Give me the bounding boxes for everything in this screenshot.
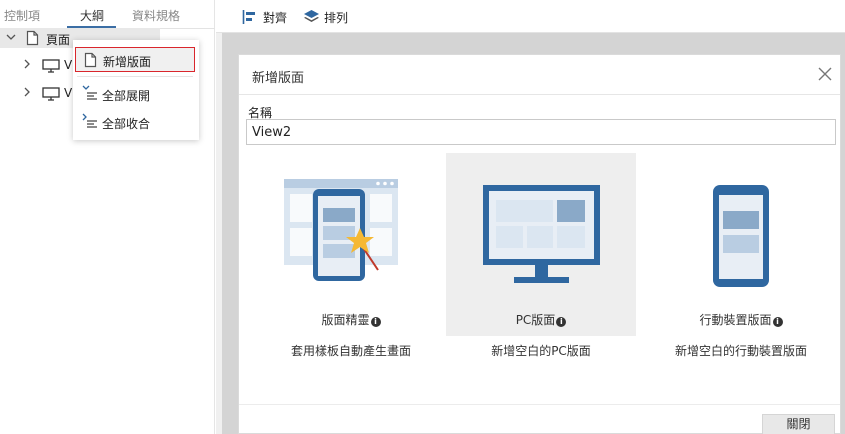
menu-item-label: 新增版面 bbox=[103, 55, 152, 69]
option-title: 版面精靈 i bbox=[256, 311, 446, 328]
tree-item-label: V bbox=[64, 86, 73, 100]
option-layout-wizard[interactable]: 版面精靈 i 套用樣板自動產生畫面 bbox=[256, 153, 446, 358]
menu-item-collapse-all[interactable]: 全部收合 bbox=[75, 110, 195, 135]
menu-divider bbox=[77, 76, 193, 77]
chevron-right-icon[interactable] bbox=[21, 58, 33, 70]
chevron-right-icon[interactable] bbox=[21, 86, 33, 98]
expand-all-icon bbox=[82, 85, 97, 100]
tree-item-label: V bbox=[64, 58, 73, 72]
add-layout-dialog: 新增版面 名稱 版面精靈i 套用樣板自動產生畫面 bbox=[238, 54, 841, 434]
layout-wizard-icon bbox=[284, 179, 398, 281]
monitor-icon bbox=[483, 185, 600, 283]
close-button[interactable]: 關閉 bbox=[762, 414, 835, 434]
arrange-label: 排列 bbox=[324, 11, 349, 25]
layers-icon bbox=[304, 10, 319, 22]
align-left-icon bbox=[242, 10, 255, 24]
option-title-text: 版面精靈 bbox=[321, 313, 370, 327]
option-pc-layout[interactable]: PC版面 i 新增空白的PC版面 bbox=[446, 153, 636, 358]
monitor-icon bbox=[42, 87, 60, 101]
dialog-header-divider bbox=[239, 94, 840, 95]
tab-data-spec[interactable]: 資料規格 bbox=[132, 7, 180, 24]
align-button[interactable]: 對齊 bbox=[242, 8, 292, 26]
tab-outline[interactable]: 大綱 bbox=[80, 7, 104, 24]
option-title: PC版面 i bbox=[446, 311, 636, 328]
arrange-button[interactable]: 排列 bbox=[303, 8, 355, 26]
option-mobile-layout[interactable]: 行動裝置版面 i 新增空白的行動裝置版面 bbox=[646, 153, 836, 358]
page-icon bbox=[84, 52, 97, 68]
option-description: 新增空白的PC版面 bbox=[491, 344, 591, 358]
align-label: 對齊 bbox=[263, 11, 288, 25]
monitor-icon bbox=[42, 59, 60, 73]
option-title-text: PC版面 bbox=[515, 313, 556, 327]
mobile-phone-icon bbox=[713, 185, 769, 287]
menu-item-add-layout[interactable]: 新增版面 bbox=[75, 47, 195, 72]
menu-item-label: 全部展開 bbox=[102, 89, 151, 103]
menu-item-expand-all[interactable]: 全部展開 bbox=[75, 82, 195, 107]
close-icon[interactable] bbox=[817, 66, 833, 82]
info-icon[interactable]: i bbox=[556, 317, 567, 327]
info-icon[interactable]: i bbox=[370, 317, 381, 327]
dialog-title: 新增版面 bbox=[252, 71, 305, 86]
tab-controls[interactable]: 控制項 bbox=[4, 7, 40, 24]
dialog-footer-divider bbox=[239, 404, 840, 405]
context-menu: 新增版面 全部展開 全部收合 bbox=[73, 40, 199, 140]
page-icon bbox=[26, 30, 39, 46]
option-description: 新增空白的行動裝置版面 bbox=[674, 344, 807, 358]
designer-toolbar: 對齊 排列 bbox=[216, 0, 845, 33]
tree-item-label: 頁面 bbox=[46, 33, 71, 47]
option-title-text: 行動裝置版面 bbox=[699, 313, 772, 327]
collapse-all-icon bbox=[82, 113, 97, 128]
option-title: 行動裝置版面 i bbox=[646, 311, 836, 328]
chevron-down-icon[interactable] bbox=[5, 31, 17, 43]
left-tabs: 控制項 大綱 資料規格 bbox=[0, 0, 215, 29]
menu-item-label: 全部收合 bbox=[102, 117, 151, 131]
name-input[interactable] bbox=[246, 119, 836, 145]
info-icon[interactable]: i bbox=[772, 317, 783, 327]
option-description: 套用樣板自動產生畫面 bbox=[290, 344, 411, 358]
